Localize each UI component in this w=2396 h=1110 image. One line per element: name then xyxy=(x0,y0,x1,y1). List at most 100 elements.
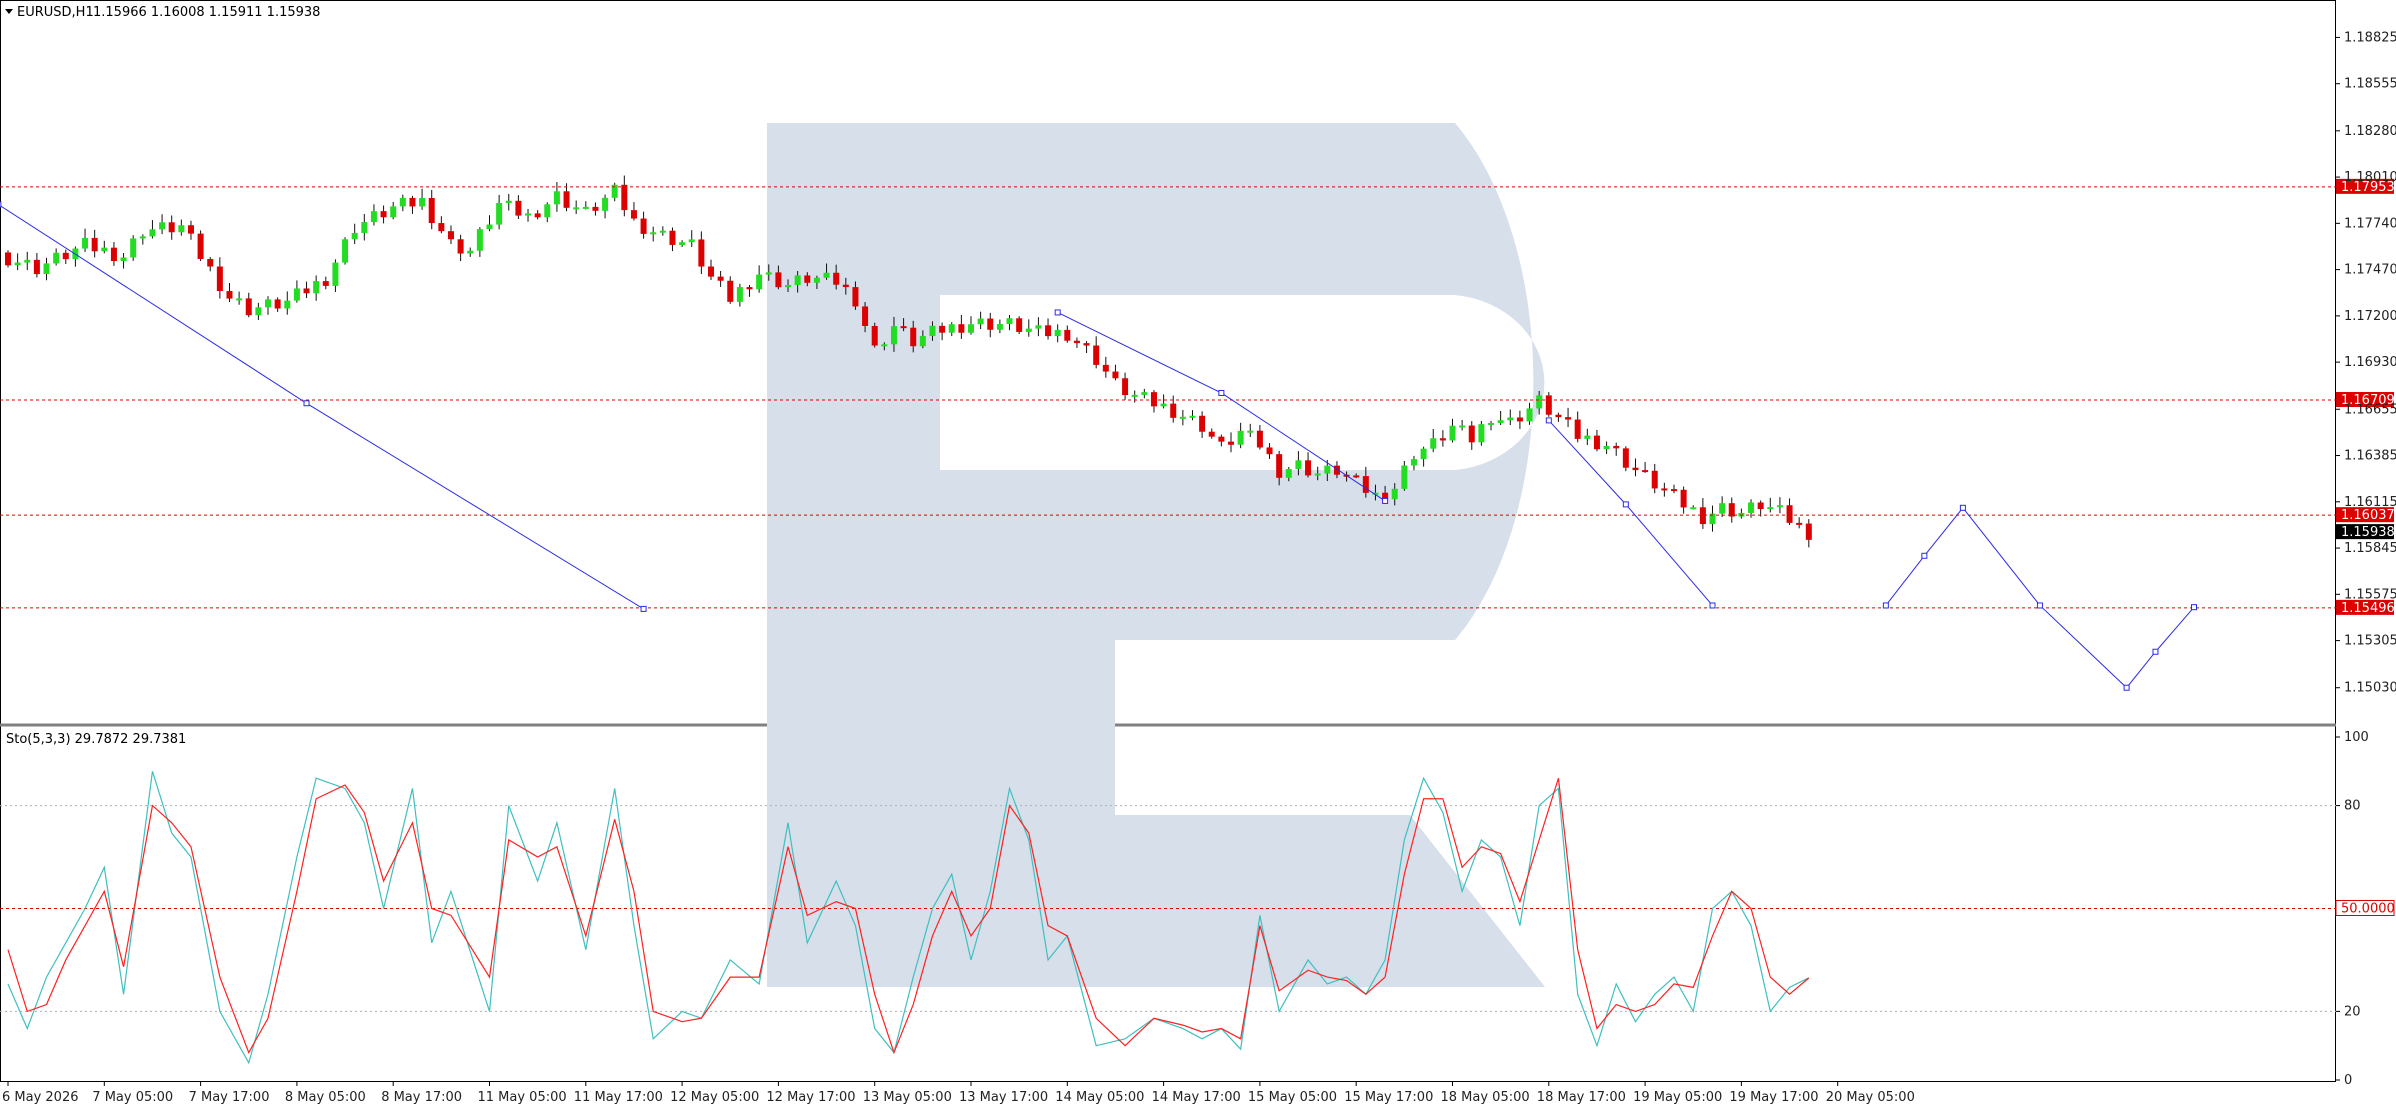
time-axis: 6 May 2026 7 May 05:00 7 May 17:00 8 May 05… xyxy=(2,1081,1915,1105)
candle-body xyxy=(785,285,792,288)
dropdown-triangle-icon[interactable] xyxy=(5,9,13,14)
candle-body xyxy=(438,223,445,232)
candle-body xyxy=(1536,395,1543,409)
candle-body xyxy=(515,200,522,216)
candle-body xyxy=(1478,424,1485,443)
price-tick-label: 1.16385 xyxy=(2344,449,2396,464)
trend-line-anchor[interactable] xyxy=(303,400,310,407)
trend-line-anchor[interactable] xyxy=(1382,497,1389,504)
time-tick-label: 18 May 05:00 xyxy=(1441,1090,1530,1105)
candle-body xyxy=(14,262,21,266)
time-tick-label: 19 May 05:00 xyxy=(1633,1090,1722,1105)
time-tick-label: 8 May 05:00 xyxy=(285,1090,366,1105)
candle-body xyxy=(370,211,377,223)
trend-line-anchor[interactable] xyxy=(640,605,647,612)
trend-line-anchor[interactable] xyxy=(0,201,2,208)
stochastic-tick-label: 50.0000 xyxy=(2341,902,2395,917)
candle-body xyxy=(890,326,897,345)
candle-body xyxy=(207,258,214,267)
candle-body xyxy=(1362,476,1369,493)
price-tick-label: 1.15305 xyxy=(2344,634,2396,649)
candle-body xyxy=(1555,414,1562,418)
candle-body xyxy=(1545,395,1552,415)
candle-body xyxy=(1719,503,1726,514)
candle-body xyxy=(91,237,98,252)
forecast-path-anchor[interactable] xyxy=(2036,602,2043,609)
candle-body xyxy=(255,307,262,316)
candle-body xyxy=(1102,364,1109,372)
candle-body xyxy=(1064,329,1071,341)
trend-line-anchor[interactable] xyxy=(1218,389,1225,396)
candle-body xyxy=(948,324,955,333)
forecast-path-anchor[interactable] xyxy=(2152,648,2159,655)
candle-body xyxy=(1661,488,1668,491)
trend-line[interactable] xyxy=(0,204,644,610)
candle-body xyxy=(1622,448,1629,468)
time-tick-label: 15 May 05:00 xyxy=(1248,1090,1337,1105)
level-price-label: 1.15496 xyxy=(2341,601,2395,616)
candle-body xyxy=(1439,438,1446,441)
candle-body xyxy=(342,239,349,263)
candle-body xyxy=(351,232,358,240)
candle-body xyxy=(447,231,454,240)
trend-line-anchor[interactable] xyxy=(1622,501,1629,508)
candle-body xyxy=(1285,469,1292,478)
candle-body xyxy=(987,318,994,330)
candle-body xyxy=(621,184,628,211)
candle-body xyxy=(698,239,705,267)
forecast-path-anchor[interactable] xyxy=(2191,604,2198,611)
candle-body xyxy=(553,191,560,205)
trading-chart[interactable]: EURUSD,H1 1.15966 1.16008 1.15911 1.1593… xyxy=(0,0,2396,1110)
stochastic-axis: 100 80 50.0000 20 0 xyxy=(2335,730,2395,1088)
time-tick-label: 14 May 17:00 xyxy=(1152,1090,1241,1105)
candle-body xyxy=(1584,435,1591,439)
candle-body xyxy=(1324,465,1331,474)
trend-line-anchor[interactable] xyxy=(1709,602,1716,609)
candle-body xyxy=(756,274,763,290)
current-price-label: 1.15938 xyxy=(2341,525,2395,540)
candle-body xyxy=(1083,343,1090,346)
price-tick-label: 1.16930 xyxy=(2344,355,2396,370)
price-tick-label: 1.17740 xyxy=(2344,216,2396,231)
candle-body xyxy=(1073,340,1080,344)
candle-body xyxy=(1420,448,1427,460)
candle-body xyxy=(5,252,11,266)
candle-body xyxy=(871,325,878,346)
candle-body xyxy=(833,272,840,285)
trend-line-anchor[interactable] xyxy=(1545,417,1552,424)
candle-body xyxy=(544,204,551,218)
candle-body xyxy=(505,200,512,203)
candle-body xyxy=(197,233,204,259)
candle-body xyxy=(968,324,974,333)
candle-body xyxy=(399,197,406,207)
price-tick-label: 1.16655 xyxy=(2344,402,2396,417)
candle-body xyxy=(1786,505,1793,523)
candle-body xyxy=(187,225,194,234)
forecast-path-anchor[interactable] xyxy=(1921,552,1928,559)
forecast-path-anchor[interactable] xyxy=(2123,684,2130,691)
candle-body xyxy=(1016,318,1023,332)
candle-body xyxy=(1141,392,1148,395)
candle-body xyxy=(1796,522,1803,525)
candle-body xyxy=(765,272,772,275)
candle-body xyxy=(679,242,686,245)
trend-line-anchor[interactable] xyxy=(1054,309,1061,316)
trend-line[interactable] xyxy=(1548,420,1713,606)
candle-body xyxy=(236,298,243,301)
forecast-path[interactable] xyxy=(1885,506,2195,689)
candle-body xyxy=(1757,502,1764,509)
candle-body xyxy=(804,275,811,283)
candle-body xyxy=(1122,378,1129,396)
candle-body xyxy=(1093,345,1100,365)
forecast-path-anchor[interactable] xyxy=(1882,602,1889,609)
candle-body xyxy=(525,213,532,216)
candle-body xyxy=(1112,371,1119,379)
candle-body xyxy=(1305,460,1312,476)
candle-body xyxy=(717,276,724,281)
candle-body xyxy=(1632,467,1639,471)
price-tick-label: 1.18010 xyxy=(2344,170,2396,185)
candle-body xyxy=(486,224,493,230)
price-tick-label: 1.16115 xyxy=(2344,495,2396,510)
forecast-path-anchor[interactable] xyxy=(1959,504,1966,511)
candle-body xyxy=(977,318,984,325)
